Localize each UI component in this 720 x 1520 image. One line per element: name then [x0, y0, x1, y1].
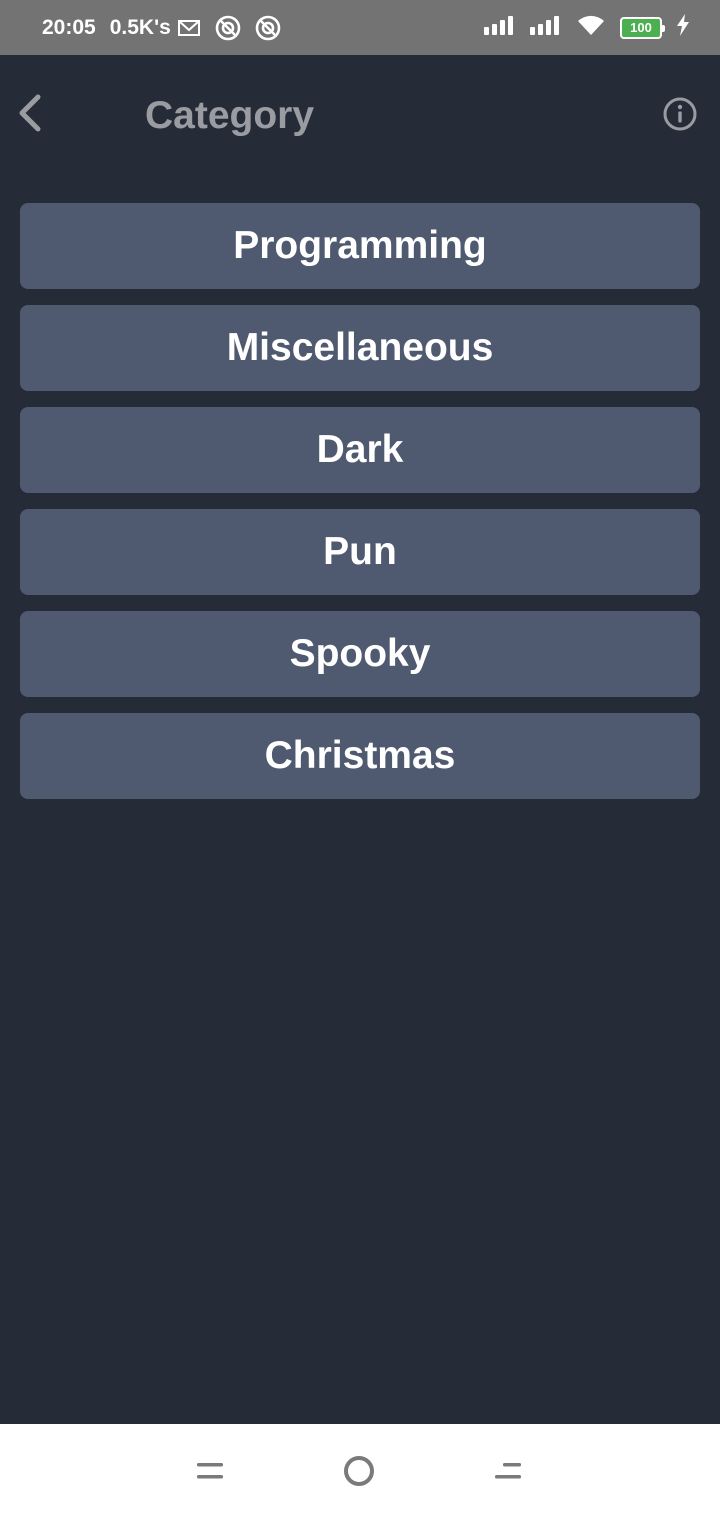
category-label: Programming: [233, 224, 487, 267]
status-net-speed: 0.5K's: [109, 15, 171, 39]
chevron-left-icon: [16, 93, 44, 138]
page-title: Category: [145, 94, 315, 137]
category-list: Programming Miscellaneous Dark Pun Spook…: [20, 203, 700, 815]
category-button-christmas[interactable]: Christmas: [20, 713, 700, 799]
category-button-pun[interactable]: Pun: [20, 509, 700, 595]
signal-icon: [530, 15, 562, 41]
status-left: 20:05 0.5K's: [42, 0, 281, 55]
wifi-icon: [576, 14, 606, 42]
category-button-dark[interactable]: Dark: [20, 407, 700, 493]
back-button[interactable]: [10, 90, 50, 140]
nav-home-button[interactable]: [334, 1448, 384, 1498]
notification-icon: [255, 15, 281, 41]
status-bar: 20:05 0.5K's 100: [0, 0, 720, 55]
home-icon: [342, 1454, 376, 1493]
category-label: Spooky: [289, 632, 431, 675]
signal-icon: [484, 15, 516, 41]
category-label: Christmas: [264, 734, 456, 777]
menu-icon: [196, 1459, 224, 1488]
category-label: Pun: [323, 530, 397, 573]
notification-icon: [215, 15, 241, 41]
category-button-miscellaneous[interactable]: Miscellaneous: [20, 305, 700, 391]
battery-level: 100: [630, 20, 652, 35]
app-bar: Category: [0, 55, 720, 175]
gmail-icon: [177, 18, 201, 38]
nav-menu-button[interactable]: [185, 1448, 235, 1498]
category-button-programming[interactable]: Programming: [20, 203, 700, 289]
system-nav-bar: [0, 1424, 720, 1520]
category-button-spooky[interactable]: Spooky: [20, 611, 700, 697]
category-label: Dark: [316, 428, 404, 471]
nav-back-button[interactable]: [483, 1448, 533, 1498]
category-label: Miscellaneous: [226, 326, 494, 369]
status-time: 20:05: [42, 15, 96, 39]
charging-icon: [676, 13, 690, 42]
info-button[interactable]: [660, 96, 700, 136]
status-right: 100: [484, 0, 690, 55]
battery-icon: 100: [620, 16, 665, 39]
info-icon: [662, 96, 698, 137]
back-icon: [494, 1459, 522, 1488]
